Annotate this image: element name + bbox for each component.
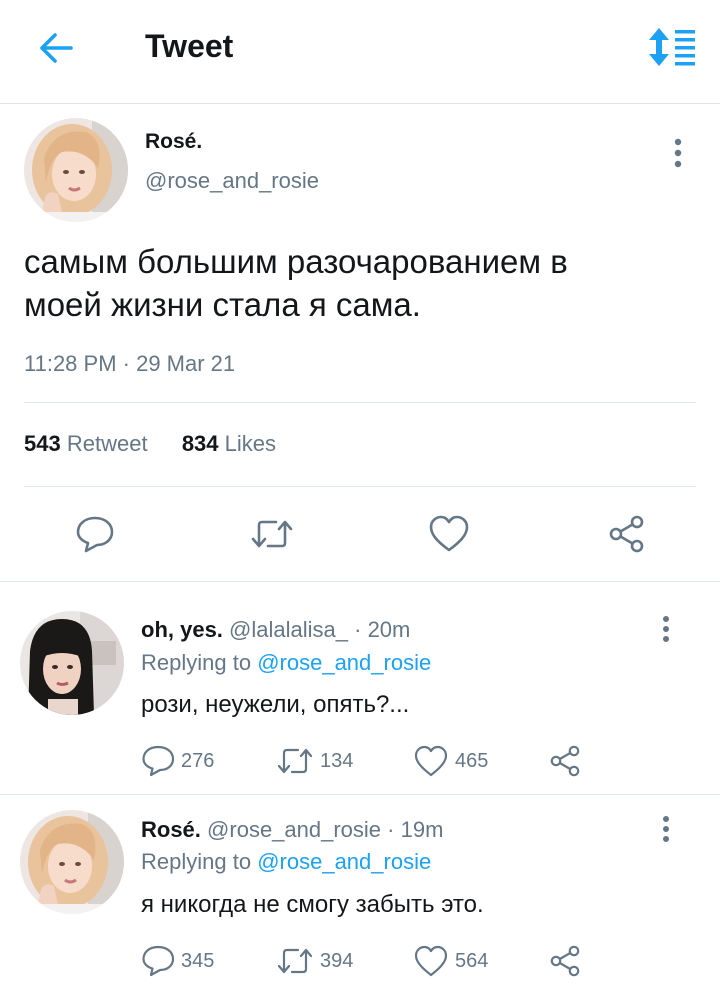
reply-icon (141, 944, 175, 978)
avatar[interactable] (24, 118, 128, 222)
replying-prefix: Replying to (141, 650, 252, 675)
share-button[interactable] (548, 943, 582, 979)
likes-label[interactable]: Likes (225, 431, 276, 456)
reply-time: · 20m (354, 617, 411, 642)
reply-time: · 19m (387, 817, 444, 842)
reply-button[interactable] (71, 510, 119, 558)
heart-icon (413, 745, 449, 777)
more-options-button[interactable] (654, 613, 678, 647)
sort-list-icon (645, 26, 697, 70)
avatar[interactable] (20, 611, 124, 715)
reply-text: рози, неужели, опять?... (141, 691, 410, 718)
more-options-button[interactable] (654, 813, 678, 847)
retweet-icon (276, 745, 314, 777)
more-options-button[interactable] (664, 136, 692, 172)
retweet-icon (276, 945, 314, 977)
more-vertical-icon (664, 136, 692, 172)
reply-count: 345 (181, 949, 215, 972)
avatar[interactable] (20, 810, 124, 914)
tweet-text-line: самым большим разочарованием в (24, 243, 568, 280)
replying-to-link[interactable]: @rose_and_rosie (257, 849, 431, 874)
replying-prefix: Replying to (141, 849, 252, 874)
reply-author-handle[interactable]: @rose_and_rosie (207, 817, 381, 842)
divider (24, 402, 696, 403)
more-vertical-icon (654, 613, 678, 647)
page-title: Tweet (145, 28, 234, 64)
divider (24, 486, 696, 487)
retweet-count: 134 (320, 749, 354, 772)
like-count: 465 (455, 749, 489, 772)
share-button[interactable] (548, 743, 582, 779)
reply-author-handle[interactable]: @lalalalisa_ (229, 617, 348, 642)
sort-replies-button[interactable] (645, 26, 697, 70)
like-button[interactable]: 564 (413, 943, 488, 979)
tweet-timestamp: 11:28 PM · 29 Mar 21 (24, 351, 236, 376)
replying-to: Replying to @rose_and_rosie (141, 849, 431, 875)
reply-author-name[interactable]: Rosé. (141, 817, 201, 842)
retweet-button[interactable]: 134 (276, 743, 353, 779)
retweet-icon (250, 516, 294, 552)
reply-header: Rosé. @rose_and_rosie · 19m (141, 817, 443, 843)
reply-button[interactable]: 276 (141, 743, 214, 779)
author-name[interactable]: Rosé. (145, 130, 202, 154)
heart-icon (428, 515, 470, 553)
reply-tweet[interactable]: Rosé. @rose_and_rosie · 19m Replying to … (0, 796, 720, 986)
retweet-count[interactable]: 543 (24, 431, 61, 456)
arrow-left-icon (38, 32, 74, 64)
reply-text: я никогда не смогу забыть это. (141, 891, 484, 918)
heart-icon (413, 945, 449, 977)
author-handle[interactable]: @rose_and_rosie (145, 168, 319, 194)
reply-button[interactable]: 345 (141, 943, 214, 979)
like-button[interactable]: 465 (413, 743, 488, 779)
reply-tweet[interactable]: oh, yes. @lalalalisa_ · 20m Replying to … (0, 583, 720, 795)
reply-count: 276 (181, 749, 215, 772)
like-button[interactable] (425, 510, 473, 558)
reply-icon (141, 744, 175, 778)
retweet-button[interactable] (248, 510, 296, 558)
share-icon (548, 744, 582, 778)
tweet-text-line: моей жизни стала я сама. (24, 286, 421, 323)
retweet-count: 394 (320, 949, 354, 972)
likes-count[interactable]: 834 (182, 431, 219, 456)
share-icon (607, 514, 647, 554)
reply-author-name[interactable]: oh, yes. (141, 617, 223, 642)
tweet-stats: 543 Retweet 834 Likes (24, 431, 276, 457)
replying-to-link[interactable]: @rose_and_rosie (257, 650, 431, 675)
reply-header: oh, yes. @lalalalisa_ · 20m (141, 617, 410, 643)
replying-to: Replying to @rose_and_rosie (141, 650, 431, 676)
tweet-text: самым большим разочарованием в моей жизн… (24, 240, 684, 326)
share-icon (548, 944, 582, 978)
like-count: 564 (455, 949, 489, 972)
retweet-label[interactable]: Retweet (67, 431, 148, 456)
top-bar: Tweet (0, 0, 720, 104)
retweet-button[interactable]: 394 (276, 943, 353, 979)
back-button[interactable] (34, 28, 78, 68)
more-vertical-icon (654, 813, 678, 847)
share-button[interactable] (603, 510, 651, 558)
reply-icon (75, 514, 115, 554)
